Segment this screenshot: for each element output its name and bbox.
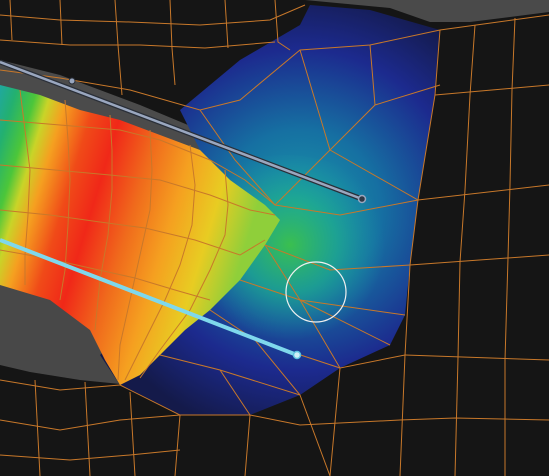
- viewport-canvas[interactable]: [0, 0, 549, 476]
- upper-handle-mid-knot[interactable]: [68, 77, 76, 85]
- upper-handle-end-knot[interactable]: [357, 194, 367, 204]
- 3d-viewport[interactable]: [0, 0, 549, 476]
- lower-handle-end-knot[interactable]: [292, 350, 302, 360]
